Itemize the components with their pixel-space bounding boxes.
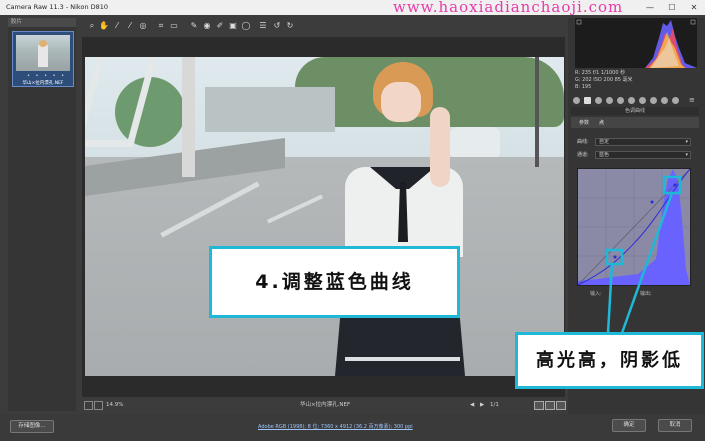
before-after-button[interactable] bbox=[534, 401, 544, 410]
output-label: 输出: bbox=[640, 291, 652, 297]
note-callout: 高光高，阴影低 bbox=[515, 332, 704, 389]
preview-settings-button[interactable] bbox=[556, 401, 566, 410]
zoom-tool-icon[interactable]: ⌕ bbox=[87, 21, 97, 31]
thumbnail-image bbox=[16, 35, 70, 71]
presets-panel-icon[interactable] bbox=[661, 97, 668, 104]
radial-filter-icon[interactable]: ◯ bbox=[241, 21, 251, 31]
channel-label: 通道: bbox=[577, 152, 589, 158]
tone-curve-panel-icon[interactable] bbox=[584, 97, 591, 104]
curve-tabs: 参数 点 bbox=[571, 117, 699, 128]
zoom-out-button[interactable] bbox=[84, 401, 93, 410]
curve-preset-row: 曲线: 自定 ▾ bbox=[577, 138, 697, 147]
curve-preset-select[interactable]: 自定 ▾ bbox=[595, 138, 691, 146]
histogram-graph bbox=[575, 19, 697, 68]
readout-line-1: R: 235 f/1 1/1000 秒 bbox=[575, 70, 626, 76]
toolbar: ⌕ ✋ ⁄ ⁄ ◎ ⌗ ▭ ✎ ◉ ✐ ▣ ◯ ☰ ↺ ↻ bbox=[82, 18, 565, 36]
curve-preset-value: 自定 bbox=[599, 139, 610, 145]
next-image-icon[interactable]: ▶ bbox=[480, 399, 484, 411]
chevron-down-icon: ▾ bbox=[685, 152, 688, 158]
histogram bbox=[575, 18, 697, 68]
zoom-in-button[interactable] bbox=[94, 401, 103, 410]
window-title: Camera Raw 11.3 - Nikon D810 bbox=[6, 3, 109, 11]
bottom-bar: 存储图像... Adobe RGB (1998); 8 位; 7360 x 49… bbox=[0, 414, 705, 441]
rotate-right-icon[interactable]: ↻ bbox=[285, 21, 295, 31]
swap-settings-button[interactable] bbox=[545, 401, 555, 410]
minimize-button[interactable]: — bbox=[640, 0, 660, 15]
preview-photo[interactable] bbox=[85, 57, 564, 376]
tone-curve-header: 色调曲线 bbox=[571, 107, 699, 115]
tab-parametric[interactable]: 参数 bbox=[579, 119, 589, 126]
graduated-filter-icon[interactable]: ▣ bbox=[228, 21, 238, 31]
spot-removal-icon[interactable]: ✎ bbox=[189, 21, 199, 31]
lens-panel-icon[interactable] bbox=[628, 97, 635, 104]
crop-tool-icon[interactable]: ⌗ bbox=[156, 21, 166, 31]
note-callout-text: 高光高，阴影低 bbox=[536, 350, 683, 371]
cancel-button[interactable]: 取消 bbox=[658, 419, 692, 432]
status-filename: 华山×拉内漂孔.NEF bbox=[300, 402, 351, 408]
channel-select[interactable]: 蓝色 ▾ bbox=[595, 151, 691, 159]
zoom-level[interactable]: 14.9% bbox=[106, 399, 123, 411]
rotate-left-icon[interactable]: ↺ bbox=[272, 21, 282, 31]
readout-line-3: B: 195 bbox=[575, 84, 592, 90]
effects-panel-icon[interactable] bbox=[639, 97, 646, 104]
red-eye-icon[interactable]: ◉ bbox=[202, 21, 212, 31]
maximize-button[interactable]: ☐ bbox=[662, 0, 682, 15]
targeted-adjust-icon[interactable]: ◎ bbox=[138, 21, 148, 31]
detail-panel-icon[interactable] bbox=[595, 97, 602, 104]
filmstrip: • • • • • 华山×拉内漂孔.NEF bbox=[8, 27, 76, 411]
snapshots-panel-icon[interactable] bbox=[672, 97, 679, 104]
title-bar: Camera Raw 11.3 - Nikon D810 www.haoxiad… bbox=[0, 0, 705, 16]
hand-tool-icon[interactable]: ✋ bbox=[99, 21, 109, 31]
channel-value: 蓝色 bbox=[599, 152, 610, 158]
readout-line-2: G: 202 ISO 200 85 毫米 bbox=[575, 77, 633, 83]
tone-curve-graph[interactable] bbox=[577, 168, 691, 286]
step-callout-text: 4.调整蓝色曲线 bbox=[255, 271, 414, 293]
tab-point[interactable]: 点 bbox=[599, 119, 604, 126]
split-toning-panel-icon[interactable] bbox=[617, 97, 624, 104]
close-button[interactable]: ✕ bbox=[684, 0, 704, 15]
chevron-down-icon: ▾ bbox=[685, 139, 688, 145]
curve-label: 曲线: bbox=[577, 139, 589, 145]
basic-panel-icon[interactable] bbox=[573, 97, 580, 104]
step-callout: 4.调整蓝色曲线 bbox=[209, 246, 460, 318]
panel-tabs: ≡ bbox=[571, 96, 699, 106]
save-image-button[interactable]: 存储图像... bbox=[10, 420, 54, 433]
filmstrip-thumbnail[interactable]: • • • • • 华山×拉内漂孔.NEF bbox=[12, 31, 74, 87]
channel-row: 通道: 蓝色 ▾ bbox=[577, 151, 697, 160]
straighten-tool-icon[interactable]: ▭ bbox=[169, 21, 179, 31]
adjustment-brush-icon[interactable]: ✐ bbox=[215, 21, 225, 31]
panel-menu-icon[interactable]: ≡ bbox=[689, 96, 695, 104]
ok-button[interactable]: 确定 bbox=[612, 419, 646, 432]
page-indicator: 1/1 bbox=[490, 402, 499, 408]
rating-stars[interactable]: • • • • • bbox=[27, 73, 66, 79]
hsl-panel-icon[interactable] bbox=[606, 97, 613, 104]
calibration-panel-icon[interactable] bbox=[650, 97, 657, 104]
white-balance-tool-icon[interactable]: ⁄ bbox=[112, 21, 122, 31]
prev-image-icon[interactable]: ◀ bbox=[470, 399, 474, 411]
filmstrip-header: 胶片 bbox=[8, 18, 76, 27]
preferences-icon[interactable]: ☰ bbox=[258, 21, 268, 31]
workflow-options-link[interactable]: Adobe RGB (1998); 8 位; 7360 x 4912 (36.2… bbox=[258, 423, 413, 430]
input-label: 输入: bbox=[590, 291, 602, 297]
tone-curve-svg bbox=[577, 168, 691, 286]
pixel-readout: R: 235 f/1 1/1000 秒 G: 202 ISO 200 85 毫米… bbox=[575, 70, 697, 94]
thumbnail-filename: 华山×拉内漂孔.NEF bbox=[22, 81, 64, 86]
watermark: www.haoxiadianchaoji.com bbox=[393, 0, 624, 16]
color-sampler-icon[interactable]: ⁄ bbox=[125, 21, 135, 31]
status-bar: 14.9% 华山×拉内漂孔.NEF ◀ ▶ 1/1 bbox=[82, 399, 566, 411]
